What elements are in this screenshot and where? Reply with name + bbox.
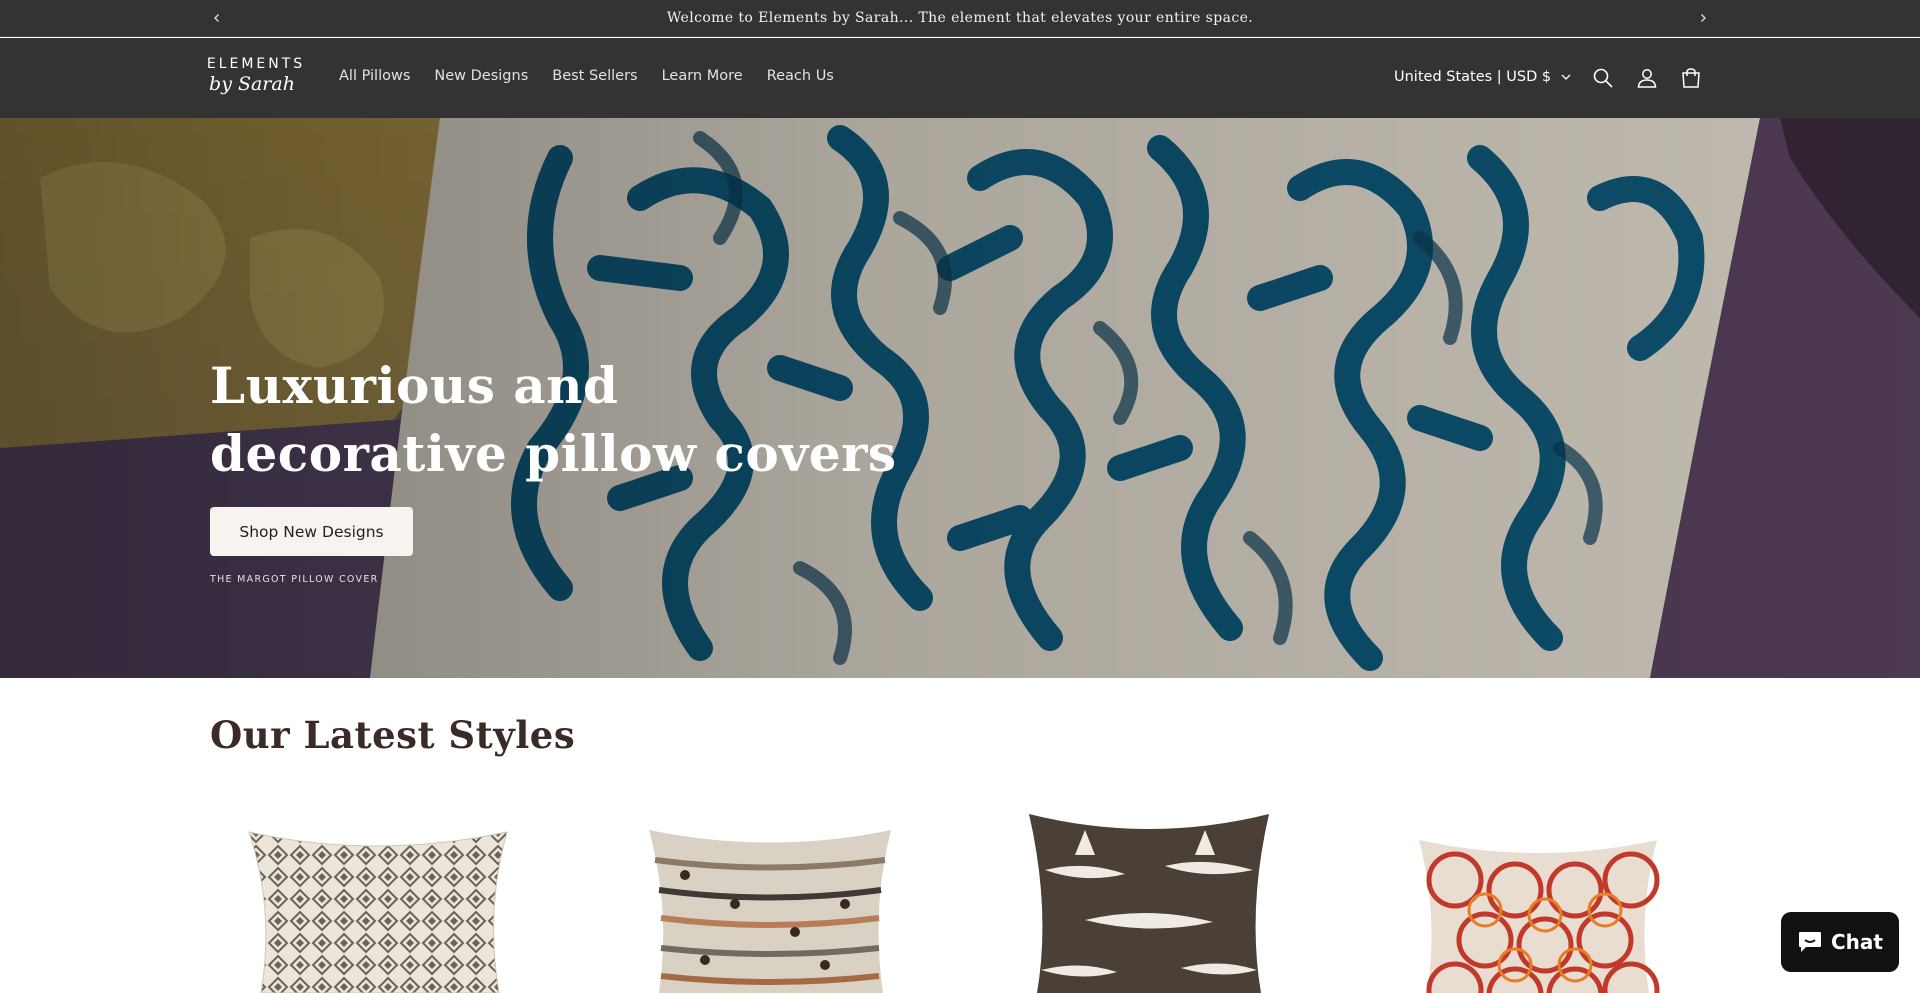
product-image[interactable] — [1415, 800, 1661, 993]
logo-wordmark: ELEMENTS — [206, 56, 306, 72]
nav-item-reach-us[interactable]: Reach Us — [755, 66, 846, 86]
announcement-text: Welcome to Elements by Sarah... The elem… — [666, 10, 1254, 26]
product-image[interactable] — [245, 800, 513, 993]
nav-item-best-sellers[interactable]: Best Sellers — [540, 66, 649, 86]
chevron-left-icon[interactable] — [205, 6, 229, 30]
logo-script: by Sarah — [209, 73, 295, 95]
latest-styles-title: Our Latest Styles — [210, 713, 576, 757]
search-icon[interactable] — [1590, 65, 1616, 91]
product-image[interactable] — [1025, 800, 1273, 993]
chevron-right-icon[interactable] — [1691, 6, 1715, 30]
nav-item-learn-more[interactable]: Learn More — [650, 66, 755, 86]
chat-bubble-icon — [1799, 932, 1821, 952]
product-image[interactable] — [645, 800, 895, 993]
country-currency-label: United States | USD $ — [1394, 69, 1552, 85]
hero-caption: THE MARGOT PILLOW COVER — [210, 574, 379, 585]
nav-item-new-designs[interactable]: New Designs — [422, 66, 540, 86]
site-logo[interactable]: ELEMENTS by Sarah — [206, 56, 306, 102]
shop-new-designs-button[interactable]: Shop New Designs — [210, 507, 413, 556]
site-header: ELEMENTS by Sarah All Pillows New Design… — [0, 38, 1920, 118]
main-nav: All Pillows New Designs Best Sellers Lea… — [327, 66, 846, 86]
announcement-bar: Welcome to Elements by Sarah... The elem… — [0, 0, 1920, 37]
country-currency-selector[interactable]: United States | USD $ — [1394, 65, 1571, 89]
chevron-down-icon — [1561, 74, 1571, 80]
hero-banner: Luxurious and decorative pillow covers S… — [0, 118, 1920, 678]
chat-label: Chat — [1831, 930, 1883, 954]
cart-icon[interactable] — [1678, 65, 1704, 91]
product-grid — [0, 800, 1920, 993]
hero-title: Luxurious and decorative pillow covers — [210, 356, 897, 483]
chat-button[interactable]: Chat — [1781, 912, 1899, 972]
account-icon[interactable] — [1634, 65, 1660, 91]
nav-item-all-pillows[interactable]: All Pillows — [327, 66, 422, 86]
